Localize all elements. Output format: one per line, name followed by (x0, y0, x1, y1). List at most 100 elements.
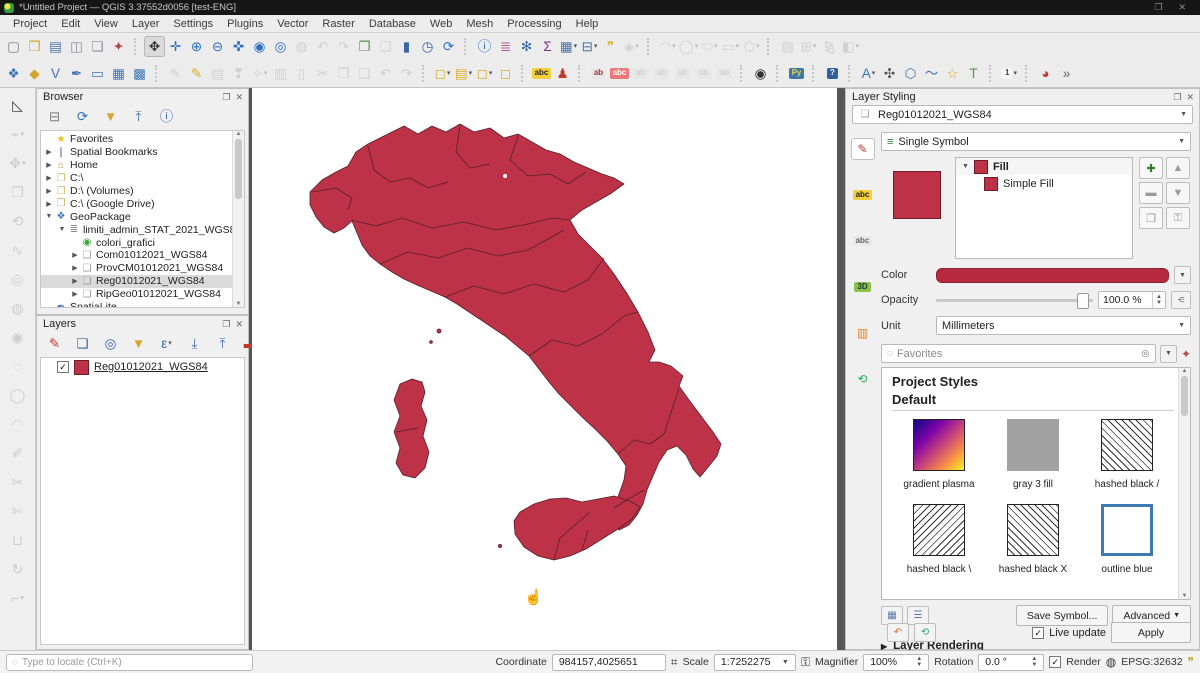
close-window-icon[interactable]: ✕ (1178, 2, 1186, 13)
zoom-to-layer-icon[interactable]: ◎ (270, 36, 291, 57)
float-panel-icon[interactable]: ❐ (222, 319, 230, 330)
add-group-icon-icon[interactable]: ❏ (72, 333, 93, 354)
refresh-map-icon[interactable]: ⟳ (438, 36, 459, 57)
copy-move-feature-icon[interactable]: ❐ (7, 181, 29, 203)
menu-database[interactable]: Database (362, 17, 423, 31)
split-parts-icon[interactable]: ✄ (7, 500, 29, 522)
pan-map-icon[interactable]: ✥ (144, 36, 165, 57)
add-symbol-layer-icon[interactable]: ✚ (1139, 157, 1163, 179)
new-temporary-scratch-layer-icon[interactable]: ▭ (87, 63, 108, 84)
toolbar-overflow-icon[interactable]: » (1056, 63, 1077, 84)
vertex-tool-icon[interactable]: ✧▾ (249, 63, 270, 84)
rotation-spinbox[interactable]: 0.0 °▲▼ (978, 654, 1044, 671)
show-sum-icon[interactable]: Σ (537, 36, 558, 57)
browser-item-provcm01012021-wgs84[interactable]: ▶❏ProvCM01012021_WGS84 (41, 262, 233, 275)
extents-icon[interactable]: ⌗ (671, 656, 678, 668)
scale-selector[interactable]: 1:7252275▼ (714, 654, 796, 671)
locator-input[interactable]: ◌ Type to locate (Ctrl+K) (6, 654, 253, 671)
style-search-input[interactable]: ◌ Favorites ⊗ (881, 344, 1156, 363)
style-card-gray-3-fill[interactable]: gray 3 fill (986, 419, 1080, 490)
circle-tool-icon[interactable]: ◯▾ (678, 36, 699, 57)
browser-scrollbar[interactable]: ▲▼ (232, 131, 244, 307)
menu-layer[interactable]: Layer (125, 17, 167, 31)
attribute-table-icon[interactable]: ▦▾ (558, 36, 579, 57)
redo-icon[interactable]: ↷ (396, 63, 417, 84)
processing-toolbox-icon[interactable]: ✻ (516, 36, 537, 57)
new-geopackage-layer-icon[interactable]: ◆ (24, 63, 45, 84)
browser-item-c-[interactable]: ▶❒C:\ (41, 172, 233, 185)
remove-symbol-layer-icon[interactable]: ▬ (1139, 182, 1163, 204)
diagrams-tab-icon[interactable]: ▥ (851, 322, 875, 344)
trim-extend-icon[interactable]: ⌐▾ (7, 587, 29, 609)
add-selected-layers-icon-icon[interactable]: ⊟ (44, 106, 65, 127)
symbol-layer-tree[interactable]: ▼ Fill Simple Fill (955, 157, 1133, 259)
lock-symbol-layer-icon[interactable]: ⚿ (1166, 207, 1190, 229)
simplify-feature-icon[interactable]: ∿ (7, 239, 29, 261)
properties-widget-icon-icon[interactable]: ⓘ (156, 106, 177, 127)
manage-map-themes-icon-icon[interactable]: ◎ (100, 333, 121, 354)
zoom-native-icon[interactable]: ◍ (291, 36, 312, 57)
reshape-features-icon[interactable]: ✐ (7, 442, 29, 464)
style-manager-icon[interactable]: ✦ (1181, 347, 1191, 361)
regular-polygon-tool-icon[interactable]: ⬠▾ (741, 36, 762, 57)
refresh-icon-icon[interactable]: ⟳ (72, 106, 93, 127)
split-features-icon[interactable]: ✂ (7, 471, 29, 493)
modify-attributes-icon[interactable]: ▥ (270, 63, 291, 84)
opacity-spinbox[interactable]: 100.0 %▲▼ (1098, 291, 1166, 309)
cad-construction-icon[interactable]: ⌁▾ (7, 123, 29, 145)
rectangle-tool-icon[interactable]: ▭▾ (720, 36, 741, 57)
select-by-location-icon[interactable]: ◻ (495, 63, 516, 84)
new-map-view-icon[interactable]: ❐ (354, 36, 375, 57)
ellipse-tool-icon[interactable]: ⬭▾ (699, 36, 720, 57)
symbology-tab-icon[interactable]: ✎ (851, 138, 875, 160)
menu-plugins[interactable]: Plugins (220, 17, 270, 31)
current-edits-icon[interactable]: ✎ (165, 63, 186, 84)
crs-globe-icon[interactable]: ◍ (1106, 656, 1116, 668)
auto-labeling-icon[interactable]: A▾ (858, 63, 879, 84)
unit-selector[interactable]: Millimeters ▼ (936, 316, 1191, 335)
layer-diagram-icon[interactable]: ♟ (552, 63, 573, 84)
select-features-icon[interactable]: ◻▾ (432, 63, 453, 84)
zoom-full-icon[interactable]: ✜ (228, 36, 249, 57)
highlight-pinned-icon[interactable]: abc (609, 63, 630, 84)
browser-item-reg01012021-wgs84[interactable]: ▶❏Reg01012021_WGS84 (41, 275, 233, 288)
zoom-to-selection-icon[interactable]: ◉ (249, 36, 270, 57)
change-label-gray-icon[interactable]: ab (672, 63, 693, 84)
duplicate-symbol-layer-icon[interactable]: ❐ (1139, 207, 1163, 229)
menu-processing[interactable]: Processing (500, 17, 568, 31)
data-defined-override-icon[interactable]: ⋲ (1171, 291, 1191, 309)
map-canvas[interactable]: ☝ (252, 88, 837, 650)
style-card-hashed-black-x[interactable]: hashed black X (986, 504, 1080, 575)
measure-layout-tool-icon[interactable]: ◺ (7, 94, 29, 116)
browser-item-spatial-bookmarks[interactable]: ▶❙Spatial Bookmarks (41, 146, 233, 159)
menu-raster[interactable]: Raster (315, 17, 361, 31)
browser-item-favorites[interactable]: ★Favorites (41, 133, 233, 146)
apply-button[interactable]: Apply (1111, 622, 1191, 643)
new-shapefile-layer-icon[interactable]: V (45, 63, 66, 84)
undo-icon[interactable]: ↶ (375, 63, 396, 84)
add-ring-icon[interactable]: ◎ (7, 268, 29, 290)
data-source-manager-icon[interactable]: ❖ (3, 63, 24, 84)
menu-project[interactable]: Project (6, 17, 54, 31)
style-card-hashed-black-[interactable]: hashed black \ (892, 504, 986, 575)
move-label-diagram-icon[interactable]: ✣ (879, 63, 900, 84)
float-panel-icon[interactable]: ❐ (1173, 92, 1181, 103)
rotate-label-gray-icon[interactable]: ab (651, 63, 672, 84)
new-spatialite-layer-icon[interactable]: ✒ (66, 63, 87, 84)
browser-item-com01012021-wgs84[interactable]: ▶❏Com01012021_WGS84 (41, 249, 233, 262)
select-features-by-value-icon[interactable]: ▤▾ (453, 63, 474, 84)
osgeo-tool-icon[interactable]: ◕ (1035, 63, 1056, 84)
collapse-all-icon-icon[interactable]: ⤒ (212, 333, 233, 354)
pin-labels-icon[interactable]: ab (588, 63, 609, 84)
add-line-annotation-icon[interactable]: 〜 (921, 63, 942, 84)
menu-vector[interactable]: Vector (270, 17, 315, 31)
python-console-icon[interactable]: Py (786, 63, 807, 84)
menu-mesh[interactable]: Mesh (459, 17, 500, 31)
clear-search-icon[interactable]: ⊗ (1141, 347, 1150, 360)
deselect-all-icon[interactable]: ◻▾ (474, 63, 495, 84)
browser-item-spatialite[interactable]: ✒SpatiaLite (41, 301, 233, 308)
delete-ring-icon[interactable]: ◌ (7, 355, 29, 377)
collapse-all-icon-icon[interactable]: ⤒ (128, 106, 149, 127)
live-update-checkbox[interactable]: ✓ (1032, 627, 1044, 639)
redo-style-icon[interactable]: ⟲ (914, 623, 936, 642)
